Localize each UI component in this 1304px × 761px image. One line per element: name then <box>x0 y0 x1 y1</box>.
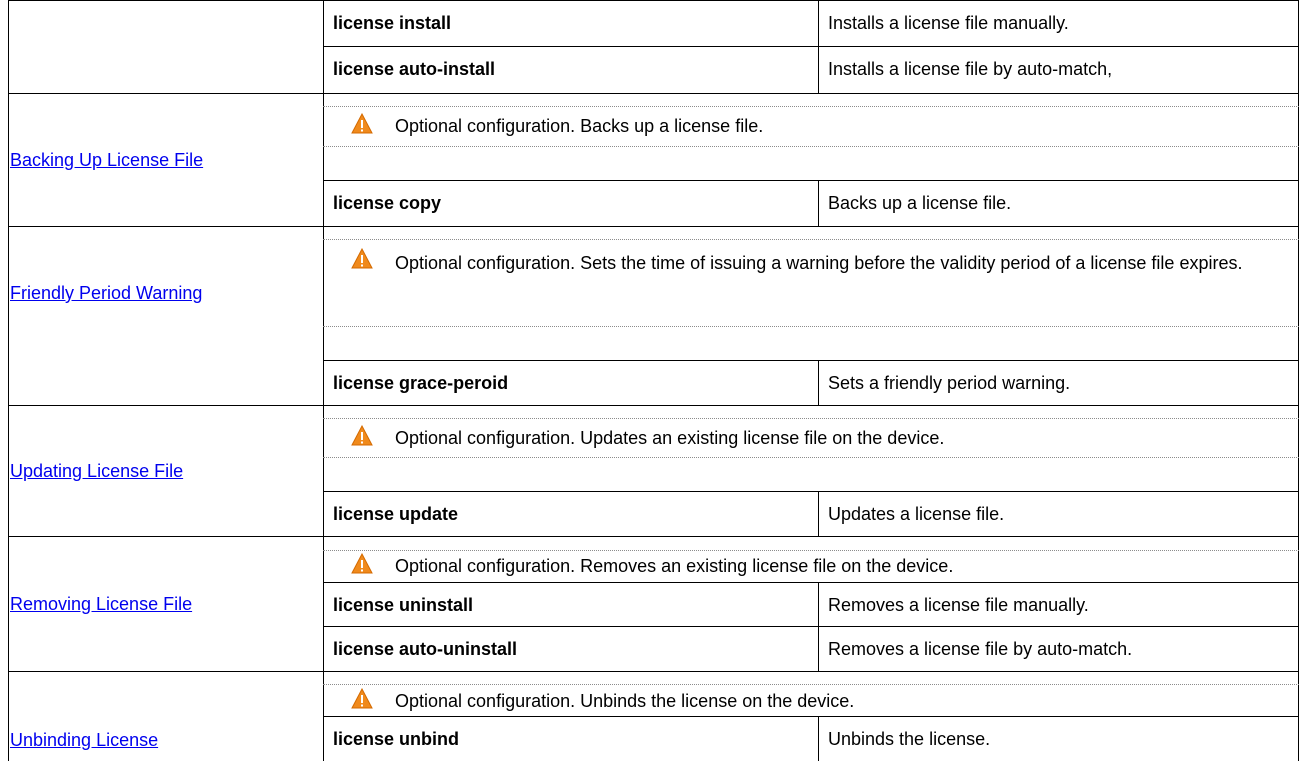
warning-triangle-icon <box>351 688 373 709</box>
configuration-table: license install Installs a license file … <box>8 0 1299 761</box>
column-divider <box>323 0 324 761</box>
table-border-left <box>8 0 9 761</box>
warning-triangle-icon <box>351 113 373 134</box>
table-border-top <box>8 0 1299 1</box>
command-description: Backs up a license file. <box>828 193 1012 213</box>
optional-note: Optional configuration. Updates an exist… <box>351 420 1296 456</box>
inner-column-divider <box>818 360 819 405</box>
inner-column-divider <box>818 491 819 536</box>
section-link-updating-license-file[interactable]: Updating License File <box>10 460 183 482</box>
note-rule <box>323 326 1299 327</box>
note-text: Optional configuration. Sets the time of… <box>395 253 1243 273</box>
row-divider <box>8 536 1299 537</box>
section-link-removing-license-file[interactable]: Removing License File <box>10 593 192 615</box>
optional-note: Optional configuration. Sets the time of… <box>351 243 1296 284</box>
command-name: license uninstall <box>333 595 474 615</box>
note-text: Optional configuration. Backs up a licen… <box>395 116 764 136</box>
command-name: license install <box>333 13 452 33</box>
note-rule <box>323 146 1299 147</box>
optional-note: Optional configuration. Backs up a licen… <box>351 108 1296 144</box>
optional-note: Optional configuration. Unbinds the lice… <box>351 683 1296 719</box>
command-description: Removes a license file by auto-match. <box>828 639 1133 659</box>
row-divider <box>8 93 1299 94</box>
note-text: Optional configuration. Updates an exist… <box>395 428 945 448</box>
note-rule <box>323 106 1299 107</box>
note-text: Optional configuration. Removes an exist… <box>395 556 954 576</box>
note-rule <box>323 418 1299 419</box>
inner-row-divider <box>323 180 1299 181</box>
table-border-right <box>1298 0 1299 761</box>
inner-row-divider <box>323 626 1299 627</box>
command-name: license unbind <box>333 729 460 749</box>
row-divider <box>8 226 1299 227</box>
inner-column-divider <box>818 716 819 761</box>
note-rule <box>323 457 1299 458</box>
command-description: Updates a license file. <box>828 504 1005 524</box>
optional-note: Optional configuration. Removes an exist… <box>351 548 1296 584</box>
inner-row-divider <box>323 46 1299 47</box>
section-link-unbinding-license[interactable]: Unbinding License <box>10 729 158 751</box>
inner-column-divider <box>818 180 819 226</box>
command-description: Sets a friendly period warning. <box>828 373 1071 393</box>
warning-triangle-icon <box>351 425 373 446</box>
command-name: license auto-uninstall <box>333 639 518 659</box>
warning-triangle-icon <box>351 553 373 574</box>
note-rule <box>323 239 1299 240</box>
inner-row-divider <box>323 360 1299 361</box>
inner-row-divider <box>323 491 1299 492</box>
row-divider <box>8 405 1299 406</box>
warning-triangle-icon <box>351 248 373 269</box>
row-divider <box>8 671 1299 672</box>
command-description: Removes a license file manually. <box>828 595 1089 615</box>
command-name: license copy <box>333 193 442 213</box>
command-description: Unbinds the license. <box>828 729 991 749</box>
command-description: Installs a license file manually. <box>828 13 1069 33</box>
command-name: license auto-install <box>333 59 496 79</box>
section-link-backing-up-license-file[interactable]: Backing Up License File <box>10 149 203 171</box>
command-description: Installs a license file by auto-match, <box>828 59 1113 79</box>
section-link-friendly-period-warning[interactable]: Friendly Period Warning <box>10 282 202 304</box>
note-text: Optional configuration. Unbinds the lice… <box>395 691 855 711</box>
command-name: license grace-peroid <box>333 373 509 393</box>
command-name: license update <box>333 504 459 524</box>
